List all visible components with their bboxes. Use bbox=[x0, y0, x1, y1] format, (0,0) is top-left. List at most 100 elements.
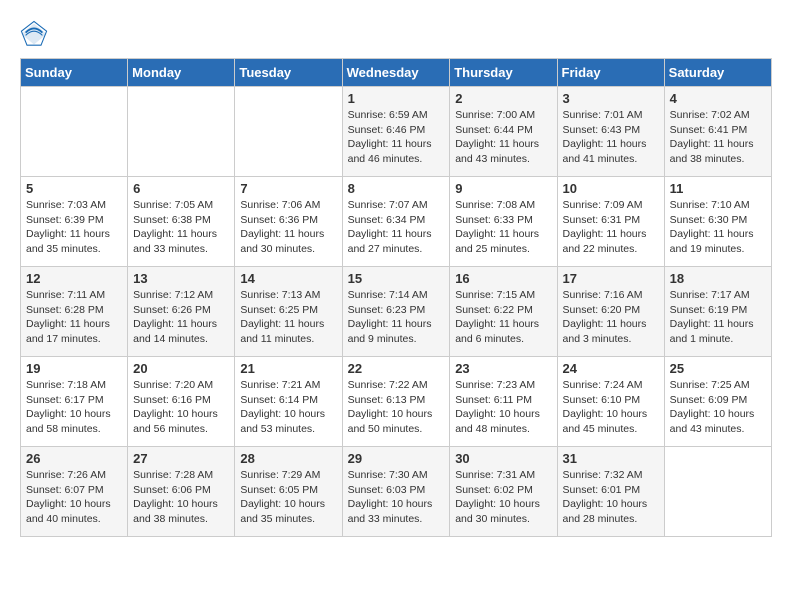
week-row-4: 19 Sunrise: 7:18 AM Sunset: 6:17 PM Dayli… bbox=[21, 357, 772, 447]
day-info: Sunrise: 7:30 AM Sunset: 6:03 PM Dayligh… bbox=[348, 468, 445, 527]
day-info: Sunrise: 7:17 AM Sunset: 6:19 PM Dayligh… bbox=[670, 288, 766, 347]
day-info: Sunrise: 7:22 AM Sunset: 6:13 PM Dayligh… bbox=[348, 378, 445, 437]
day-number: 2 bbox=[455, 91, 551, 106]
col-header-thursday: Thursday bbox=[450, 59, 557, 87]
day-cell-22: 22 Sunrise: 7:22 AM Sunset: 6:13 PM Dayli… bbox=[342, 357, 450, 447]
day-info: Sunrise: 7:18 AM Sunset: 6:17 PM Dayligh… bbox=[26, 378, 122, 437]
day-info: Sunrise: 7:01 AM Sunset: 6:43 PM Dayligh… bbox=[563, 108, 659, 167]
empty-cell bbox=[664, 447, 771, 537]
day-info: Sunrise: 7:12 AM Sunset: 6:26 PM Dayligh… bbox=[133, 288, 229, 347]
day-number: 3 bbox=[563, 91, 659, 106]
col-header-tuesday: Tuesday bbox=[235, 59, 342, 87]
day-cell-4: 4 Sunrise: 7:02 AM Sunset: 6:41 PM Daylig… bbox=[664, 87, 771, 177]
day-number: 13 bbox=[133, 271, 229, 286]
day-info: Sunrise: 7:20 AM Sunset: 6:16 PM Dayligh… bbox=[133, 378, 229, 437]
day-info: Sunrise: 7:07 AM Sunset: 6:34 PM Dayligh… bbox=[348, 198, 445, 257]
week-row-1: 1 Sunrise: 6:59 AM Sunset: 6:46 PM Daylig… bbox=[21, 87, 772, 177]
day-number: 26 bbox=[26, 451, 122, 466]
day-number: 14 bbox=[240, 271, 336, 286]
day-number: 10 bbox=[563, 181, 659, 196]
day-cell-2: 2Sunrise: 7:00 AM Sunset: 6:44 PM Daylig… bbox=[450, 87, 557, 177]
page-header bbox=[20, 20, 772, 48]
day-cell-12: 12Sunrise: 7:11 AM Sunset: 6:28 PM Dayli… bbox=[21, 267, 128, 357]
col-header-wednesday: Wednesday bbox=[342, 59, 450, 87]
day-cell-18: 18 Sunrise: 7:17 AM Sunset: 6:19 PM Dayli… bbox=[664, 267, 771, 357]
day-number: 31 bbox=[563, 451, 659, 466]
day-info: Sunrise: 7:14 AM Sunset: 6:23 PM Dayligh… bbox=[348, 288, 445, 347]
day-cell-5: 5 Sunrise: 7:03 AM Sunset: 6:39 PM Daylig… bbox=[21, 177, 128, 267]
day-info: Sunrise: 7:03 AM Sunset: 6:39 PM Dayligh… bbox=[26, 198, 122, 257]
empty-cell bbox=[21, 87, 128, 177]
day-cell-1: 1 Sunrise: 6:59 AM Sunset: 6:46 PM Daylig… bbox=[342, 87, 450, 177]
day-cell-9: 9 Sunrise: 7:08 AM Sunset: 6:33 PM Daylig… bbox=[450, 177, 557, 267]
header-row: SundayMondayTuesdayWednesdayThursdayFrid… bbox=[21, 59, 772, 87]
day-info: Sunrise: 7:02 AM Sunset: 6:41 PM Dayligh… bbox=[670, 108, 766, 167]
day-info: Sunrise: 7:21 AM Sunset: 6:14 PM Dayligh… bbox=[240, 378, 336, 437]
day-cell-23: 23Sunrise: 7:23 AM Sunset: 6:11 PM Dayli… bbox=[450, 357, 557, 447]
col-header-monday: Monday bbox=[128, 59, 235, 87]
day-cell-13: 13 Sunrise: 7:12 AM Sunset: 6:26 PM Dayli… bbox=[128, 267, 235, 357]
week-row-5: 26 Sunrise: 7:26 AM Sunset: 6:07 PM Dayli… bbox=[21, 447, 772, 537]
day-number: 27 bbox=[133, 451, 229, 466]
day-cell-15: 15 Sunrise: 7:14 AM Sunset: 6:23 PM Dayli… bbox=[342, 267, 450, 357]
day-cell-20: 20 Sunrise: 7:20 AM Sunset: 6:16 PM Dayli… bbox=[128, 357, 235, 447]
day-cell-19: 19 Sunrise: 7:18 AM Sunset: 6:17 PM Dayli… bbox=[21, 357, 128, 447]
day-cell-7: 7 Sunrise: 7:06 AM Sunset: 6:36 PM Daylig… bbox=[235, 177, 342, 267]
day-info: Sunrise: 7:25 AM Sunset: 6:09 PM Dayligh… bbox=[670, 378, 766, 437]
day-number: 9 bbox=[455, 181, 551, 196]
day-cell-14: 14Sunrise: 7:13 AM Sunset: 6:25 PM Dayli… bbox=[235, 267, 342, 357]
day-cell-26: 26 Sunrise: 7:26 AM Sunset: 6:07 PM Dayli… bbox=[21, 447, 128, 537]
day-number: 17 bbox=[563, 271, 659, 286]
day-number: 11 bbox=[670, 181, 766, 196]
day-number: 15 bbox=[348, 271, 445, 286]
day-info: Sunrise: 7:10 AM Sunset: 6:30 PM Dayligh… bbox=[670, 198, 766, 257]
day-info: Sunrise: 7:11 AM Sunset: 6:28 PM Dayligh… bbox=[26, 288, 122, 347]
day-cell-27: 27 Sunrise: 7:28 AM Sunset: 6:06 PM Dayli… bbox=[128, 447, 235, 537]
day-number: 28 bbox=[240, 451, 336, 466]
day-number: 16 bbox=[455, 271, 551, 286]
col-header-sunday: Sunday bbox=[21, 59, 128, 87]
day-info: Sunrise: 7:31 AM Sunset: 6:02 PM Dayligh… bbox=[455, 468, 551, 527]
day-info: Sunrise: 7:16 AM Sunset: 6:20 PM Dayligh… bbox=[563, 288, 659, 347]
day-number: 7 bbox=[240, 181, 336, 196]
day-cell-28: 28Sunrise: 7:29 AM Sunset: 6:05 PM Dayli… bbox=[235, 447, 342, 537]
logo bbox=[20, 20, 52, 48]
empty-cell bbox=[235, 87, 342, 177]
day-info: Sunrise: 7:32 AM Sunset: 6:01 PM Dayligh… bbox=[563, 468, 659, 527]
day-number: 20 bbox=[133, 361, 229, 376]
week-row-2: 5 Sunrise: 7:03 AM Sunset: 6:39 PM Daylig… bbox=[21, 177, 772, 267]
day-number: 1 bbox=[348, 91, 445, 106]
col-header-saturday: Saturday bbox=[664, 59, 771, 87]
day-number: 23 bbox=[455, 361, 551, 376]
day-cell-8: 8 Sunrise: 7:07 AM Sunset: 6:34 PM Daylig… bbox=[342, 177, 450, 267]
day-number: 4 bbox=[670, 91, 766, 106]
logo-icon bbox=[20, 20, 48, 48]
day-cell-25: 25 Sunrise: 7:25 AM Sunset: 6:09 PM Dayli… bbox=[664, 357, 771, 447]
day-info: Sunrise: 7:26 AM Sunset: 6:07 PM Dayligh… bbox=[26, 468, 122, 527]
day-cell-10: 10Sunrise: 7:09 AM Sunset: 6:31 PM Dayli… bbox=[557, 177, 664, 267]
day-number: 5 bbox=[26, 181, 122, 196]
day-info: Sunrise: 6:59 AM Sunset: 6:46 PM Dayligh… bbox=[348, 108, 445, 167]
day-cell-3: 3 Sunrise: 7:01 AM Sunset: 6:43 PM Daylig… bbox=[557, 87, 664, 177]
day-info: Sunrise: 7:06 AM Sunset: 6:36 PM Dayligh… bbox=[240, 198, 336, 257]
day-number: 25 bbox=[670, 361, 766, 376]
day-info: Sunrise: 7:05 AM Sunset: 6:38 PM Dayligh… bbox=[133, 198, 229, 257]
calendar-table: SundayMondayTuesdayWednesdayThursdayFrid… bbox=[20, 58, 772, 537]
day-number: 29 bbox=[348, 451, 445, 466]
week-row-3: 12Sunrise: 7:11 AM Sunset: 6:28 PM Dayli… bbox=[21, 267, 772, 357]
day-number: 22 bbox=[348, 361, 445, 376]
day-number: 18 bbox=[670, 271, 766, 286]
day-info: Sunrise: 7:15 AM Sunset: 6:22 PM Dayligh… bbox=[455, 288, 551, 347]
day-number: 24 bbox=[563, 361, 659, 376]
day-info: Sunrise: 7:08 AM Sunset: 6:33 PM Dayligh… bbox=[455, 198, 551, 257]
day-cell-29: 29 Sunrise: 7:30 AM Sunset: 6:03 PM Dayli… bbox=[342, 447, 450, 537]
day-cell-24: 24Sunrise: 7:24 AM Sunset: 6:10 PM Dayli… bbox=[557, 357, 664, 447]
day-number: 19 bbox=[26, 361, 122, 376]
day-cell-17: 17 Sunrise: 7:16 AM Sunset: 6:20 PM Dayli… bbox=[557, 267, 664, 357]
day-number: 21 bbox=[240, 361, 336, 376]
day-cell-6: 6Sunrise: 7:05 AM Sunset: 6:38 PM Daylig… bbox=[128, 177, 235, 267]
day-cell-11: 11 Sunrise: 7:10 AM Sunset: 6:30 PM Dayli… bbox=[664, 177, 771, 267]
day-number: 8 bbox=[348, 181, 445, 196]
day-info: Sunrise: 7:28 AM Sunset: 6:06 PM Dayligh… bbox=[133, 468, 229, 527]
empty-cell bbox=[128, 87, 235, 177]
